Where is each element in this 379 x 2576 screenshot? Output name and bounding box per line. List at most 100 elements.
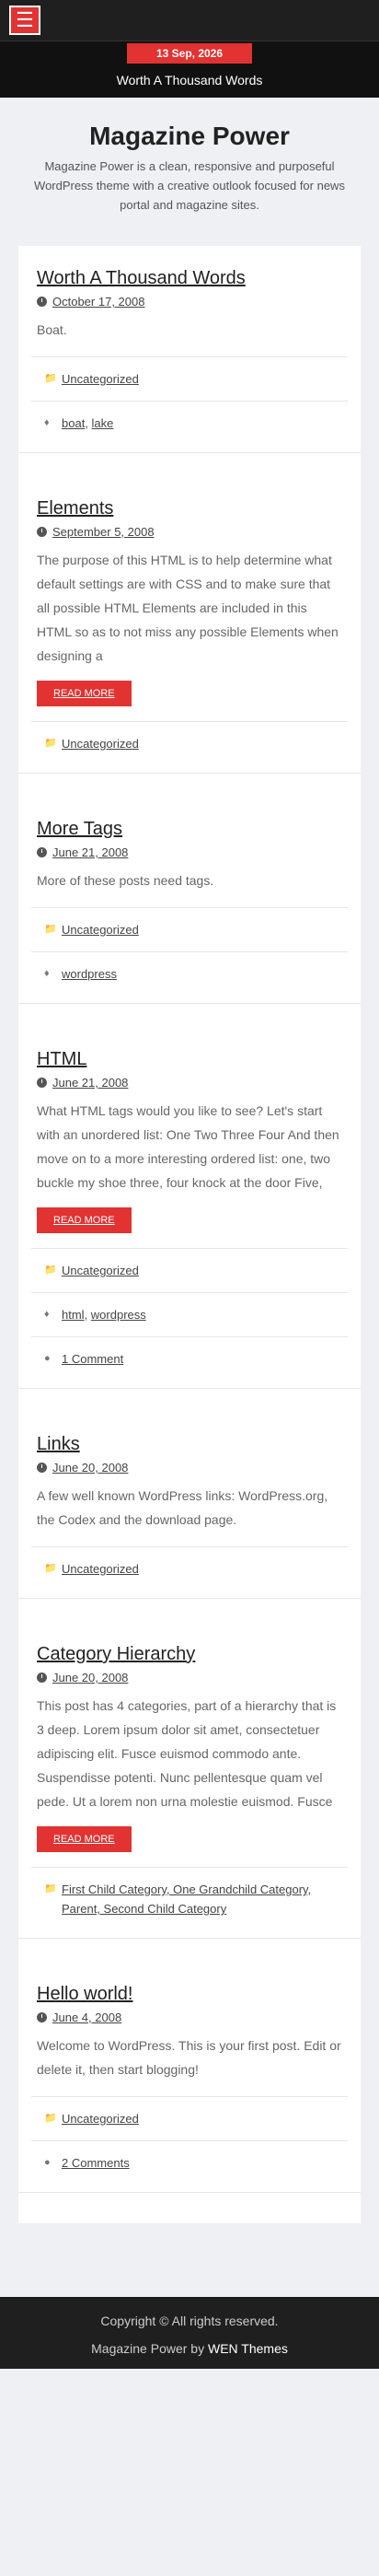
ticker-headline[interactable]: Worth A Thousand Words [0, 73, 379, 87]
clock-icon [37, 1463, 47, 1473]
post-meta: June 4, 2008 [37, 2011, 342, 2024]
post-meta: June 20, 2008 [37, 1461, 342, 1474]
tag-icon: ♦ [44, 417, 50, 428]
comment-icon: ● [44, 2157, 51, 2168]
post-article: Links June 20, 2008 A few well known WordP… [18, 1412, 361, 1622]
tag-link[interactable]: html [62, 1308, 85, 1322]
post-date-link[interactable]: June 20, 2008 [52, 1671, 128, 1684]
post-meta: September 5, 2008 [37, 525, 342, 539]
clock-icon [37, 2012, 47, 2022]
folder-icon: 📁 [44, 738, 57, 749]
clock-icon [37, 527, 47, 537]
post-date-link[interactable]: June 4, 2008 [52, 2011, 121, 2024]
post-excerpt: The purpose of this HTML is to help dete… [37, 553, 339, 663]
hamburger-icon: ☰ [16, 8, 34, 31]
post-meta: October 17, 2008 [37, 295, 342, 309]
post-title: Elements [37, 498, 342, 519]
post-title-link[interactable]: More Tags [37, 819, 122, 839]
post-date-link[interactable]: June 20, 2008 [52, 1461, 128, 1474]
post-article: Elements September 5, 2008 The purpose of … [18, 476, 361, 797]
site-footer: Copyright © All rights reserved. Magazin… [0, 2297, 379, 2369]
post-title: Links [37, 1434, 342, 1455]
clock-icon [37, 1078, 47, 1088]
folder-icon: 📁 [44, 924, 57, 935]
post-categories: 📁 Uncategorized [31, 2096, 348, 2140]
post-date-link[interactable]: September 5, 2008 [52, 525, 155, 539]
post-categories: 📁 Uncategorized [31, 356, 348, 401]
read-more-button[interactable]: READ MORE [37, 1207, 132, 1233]
post-categories: 📁 Uncategorized [31, 907, 348, 951]
category-link[interactable]: Uncategorized [62, 1261, 139, 1280]
post-meta: June 21, 2008 [37, 1076, 342, 1090]
site-title[interactable]: Magazine Power [15, 122, 364, 151]
tag-icon: ♦ [44, 968, 50, 979]
category-link[interactable]: Uncategorized [62, 369, 139, 389]
tag-link[interactable]: wordpress [62, 967, 117, 981]
comments-link[interactable]: 2 Comments [62, 2153, 130, 2173]
category-link[interactable]: Uncategorized [62, 734, 139, 753]
folder-icon: 📁 [44, 2113, 57, 2124]
tag-link[interactable]: lake [92, 416, 114, 430]
site-description: Magazine Power is a clean, responsive an… [34, 159, 345, 212]
post-comments: ● 1 Comment [31, 1336, 348, 1381]
category-link[interactable]: Uncategorized [62, 2109, 139, 2128]
post-excerpt: What HTML tags would you like to see? Le… [37, 1103, 339, 1190]
post-divider [18, 1388, 361, 1412]
post-date-link[interactable]: June 21, 2008 [52, 845, 128, 859]
post-title-link[interactable]: Worth A Thousand Words [37, 268, 246, 288]
post-article: More Tags June 21, 2008 More of these post… [18, 797, 361, 1027]
post-divider [18, 1938, 361, 1962]
post-title: Worth A Thousand Words [37, 268, 342, 289]
category-link[interactable]: First Child Category, One Grandchild Cat… [62, 1880, 335, 1918]
post-divider [18, 773, 361, 797]
post-tags: ♦ boat, lake [31, 401, 348, 445]
menu-toggle-button[interactable]: ☰ [9, 6, 40, 35]
post-title-link[interactable]: Hello world! [37, 1984, 132, 2004]
post-article: HTML June 21, 2008 What HTML tags would yo… [18, 1027, 361, 1412]
folder-icon: 📁 [44, 1563, 57, 1574]
clock-icon [37, 1673, 47, 1683]
category-link[interactable]: Uncategorized [62, 1559, 139, 1579]
category-link[interactable]: Uncategorized [62, 920, 139, 939]
top-bar: ☰ [0, 0, 379, 41]
post-excerpt: A few well known WordPress links: WordPr… [37, 1488, 328, 1527]
copyright-text: Copyright © All rights reserved. [100, 2314, 279, 2328]
post-title: HTML [37, 1049, 342, 1070]
credit-prefix: Magazine Power by [91, 2341, 208, 2356]
post-title-link[interactable]: HTML [37, 1049, 86, 1069]
post-divider [18, 2192, 361, 2216]
comments-link[interactable]: 1 Comment [62, 1349, 123, 1369]
news-ticker-bar: 13 Sep, 2026 Worth A Thousand Words [0, 41, 379, 98]
post-categories: 📁 Uncategorized [31, 1248, 348, 1292]
post-title-link[interactable]: Links [37, 1434, 80, 1454]
tag-icon: ♦ [44, 1309, 50, 1320]
folder-icon: 📁 [44, 1883, 57, 1894]
post-tags: ♦ wordpress [31, 951, 348, 996]
post-excerpt: This post has 4 categories, part of a hi… [37, 1698, 337, 1809]
clock-icon [37, 297, 47, 307]
post-categories: 📁 First Child Category, One Grandchild Ca… [31, 1867, 348, 1930]
footer-credit: Magazine Power by WEN Themes [0, 2341, 379, 2356]
tag-link[interactable]: boat [62, 416, 85, 430]
post-tags: ♦ html, wordpress [31, 1292, 348, 1336]
post-meta: June 21, 2008 [37, 845, 342, 859]
read-more-button[interactable]: READ MORE [37, 1826, 132, 1852]
site-header: Magazine Power Magazine Power is a clean… [0, 98, 379, 246]
post-excerpt: More of these posts need tags. [37, 873, 214, 888]
post-divider [18, 452, 361, 476]
post-article: Hello world! June 4, 2008 Welcome to WordP… [18, 1962, 361, 2216]
folder-icon: 📁 [44, 373, 57, 384]
posts-list: Worth A Thousand Words October 17, 2008 Bo… [18, 246, 361, 2223]
post-title-link[interactable]: Elements [37, 498, 113, 519]
tag-link[interactable]: wordpress [91, 1308, 146, 1322]
post-title-link[interactable]: Category Hierarchy [37, 1644, 195, 1664]
folder-icon: 📁 [44, 1265, 57, 1276]
post-divider [18, 1003, 361, 1027]
post-title: Hello world! [37, 1984, 342, 2005]
read-more-button[interactable]: READ MORE [37, 681, 132, 706]
post-date-link[interactable]: June 21, 2008 [52, 1076, 128, 1090]
post-date-link[interactable]: October 17, 2008 [52, 295, 144, 309]
post-article: Worth A Thousand Words October 17, 2008 Bo… [18, 246, 361, 476]
post-meta: June 20, 2008 [37, 1671, 342, 1684]
credit-link[interactable]: WEN Themes [208, 2341, 288, 2356]
